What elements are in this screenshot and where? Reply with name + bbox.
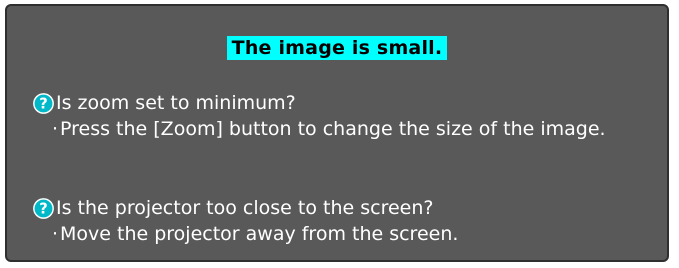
question-row: ? Is zoom set to minimum? (33, 90, 663, 116)
bullet-dot: · (51, 223, 59, 245)
svg-text:?: ? (39, 95, 48, 112)
help-item: ? Is the projector too close to the scre… (33, 195, 663, 247)
answer-row: · Move the projector away from the scree… (33, 221, 663, 247)
svg-text:?: ? (39, 200, 48, 217)
answer-text: Move the projector away from the screen. (60, 223, 459, 245)
question-row: ? Is the projector too close to the scre… (33, 195, 663, 221)
troubleshooting-panel: The image is small. ? Is zoom set to min… (5, 4, 669, 262)
title-wrapper: The image is small. (7, 36, 667, 60)
dialog-title: The image is small. (226, 36, 448, 60)
question-text: Is zoom set to minimum? (56, 92, 296, 114)
answer-text: Press the [Zoom] button to change the si… (60, 118, 606, 140)
question-text: Is the projector too close to the screen… (56, 197, 434, 219)
question-icon: ? (33, 92, 54, 114)
help-item: ? Is zoom set to minimum? · Press the [Z… (33, 90, 663, 142)
question-icon: ? (33, 197, 54, 219)
answer-row: · Press the [Zoom] button to change the … (33, 116, 663, 142)
bullet-dot: · (51, 118, 59, 140)
